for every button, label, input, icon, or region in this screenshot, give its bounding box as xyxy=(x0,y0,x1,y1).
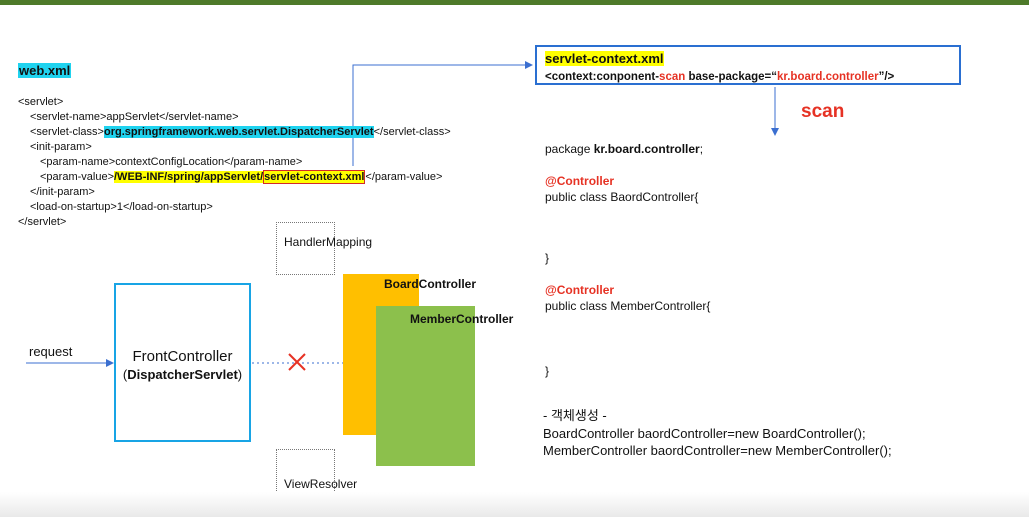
component-scan-line: <context:conponent-scan base-package=“kr… xyxy=(545,71,951,83)
board-controller-label: BoardController xyxy=(384,277,477,291)
xml-line: <param-name>contextConfigLocation</param… xyxy=(40,156,303,168)
web-xml-title: web.xml xyxy=(18,63,72,78)
board-controller-class: public class BaordController{ xyxy=(545,190,699,204)
web-xml-code: <servlet> <servlet-name>appServlet</serv… xyxy=(18,95,451,230)
xml-text: <param-value> xyxy=(40,171,114,183)
class-close-brace: } xyxy=(545,364,550,378)
object-creation-line: BoardController baordController=new Boar… xyxy=(543,426,866,441)
front-controller-title: FrontController xyxy=(132,348,233,365)
xml-line: <init-param> xyxy=(30,141,92,153)
servlet-context-box: servlet-context.xml <context:conponent-s… xyxy=(535,45,961,85)
xml-line: <servlet> xyxy=(18,96,64,108)
servlet-context-title: servlet-context.xml xyxy=(545,51,664,66)
blocked-x-icon xyxy=(288,353,306,371)
member-controller-class: public class MemberController{ xyxy=(545,299,711,313)
dispatcher-servlet-note: (DispatcherServlet) xyxy=(122,367,243,382)
front-controller-box: FrontController (DispatcherServlet) xyxy=(114,283,251,442)
config-path: /WEB-INF/spring/appServlet/ xyxy=(114,171,264,183)
member-controller-box xyxy=(376,306,475,466)
controller-annotation: @Controller xyxy=(545,283,615,297)
class-close-brace: } xyxy=(545,251,550,265)
handler-mapping-box: HandlerMapping xyxy=(276,222,372,275)
package-line: package kr.board.controller; xyxy=(545,141,703,157)
java-text: package xyxy=(545,142,594,156)
xml-text: <servlet-class> xyxy=(30,126,104,138)
xml-line: <param-value>/WEB-INF/spring/appServlet/… xyxy=(18,170,451,185)
xml-text: base-package=“ xyxy=(685,71,777,83)
xml-line: </servlet> xyxy=(18,216,67,228)
scan-keyword: scan xyxy=(659,71,686,83)
request-label: request xyxy=(29,344,73,359)
package-name: kr.board.controller xyxy=(593,142,700,156)
xml-line: <servlet-class>org.springframework.web.s… xyxy=(18,125,451,140)
object-creation-line: MemberController baordController=new Mem… xyxy=(543,443,892,458)
config-filename: servlet-context.xml xyxy=(263,170,366,184)
member-controller-label: MemberController xyxy=(410,312,514,326)
xml-line: </init-param> xyxy=(30,186,95,198)
xml-text: </servlet-class> xyxy=(373,126,451,138)
base-package-value: kr.board.controller xyxy=(777,71,879,83)
xml-line: <load-on-startup>1</load-on-startup> xyxy=(30,201,213,213)
xml-text: ”/> xyxy=(878,71,895,83)
bottom-fade xyxy=(0,492,1029,517)
xml-text: </param-value> xyxy=(365,171,443,183)
controller-annotation: @Controller xyxy=(545,174,615,188)
view-resolver-label: ViewResolver xyxy=(284,477,358,491)
xml-text: <context:conponent- xyxy=(545,71,660,83)
dispatcher-servlet-class: org.springframework.web.servlet.Dispatch… xyxy=(103,126,374,138)
xml-line: <servlet-name>appServlet</servlet-name> xyxy=(30,111,239,123)
handler-mapping-label: HandlerMapping xyxy=(284,235,373,249)
dispatcher-servlet-name: DispatcherServlet xyxy=(127,367,238,382)
object-creation-title: - 객체생성 - xyxy=(543,408,607,423)
front-controller-label: FrontController (DispatcherServlet) xyxy=(116,348,249,384)
java-text: ; xyxy=(699,142,704,156)
scan-label: scan xyxy=(801,101,845,122)
